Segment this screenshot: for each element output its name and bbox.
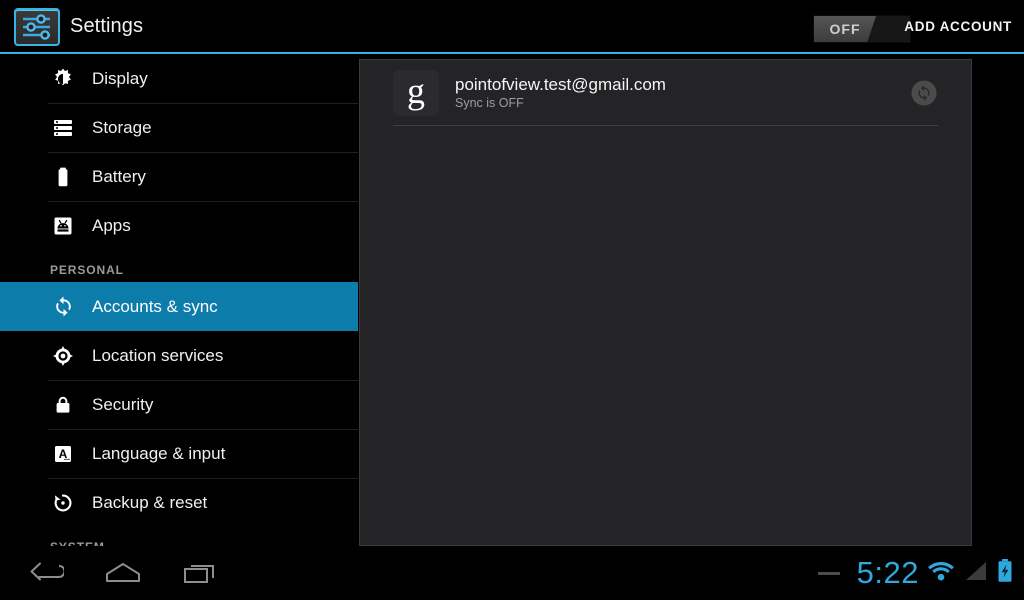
sidebar-item-security[interactable]: Security <box>0 380 358 429</box>
sidebar-item-location-services[interactable]: Location services <box>0 331 358 380</box>
battery-icon <box>48 162 78 192</box>
list-divider <box>48 478 358 479</box>
page-title: Settings <box>70 14 144 37</box>
accounts-panel: g pointofview.test@gmail.com Sync is OFF <box>359 59 972 546</box>
status-bar: 5:22 <box>817 546 1014 600</box>
sidebar-item-storage[interactable]: Storage <box>0 103 358 152</box>
system-navigation-bar: 5:22 <box>0 546 1024 600</box>
sidebar-item-label: Language & input <box>92 443 226 463</box>
backup-restore-icon <box>48 488 78 518</box>
language-a-icon: A <box>48 439 78 469</box>
wifi-icon <box>926 559 956 588</box>
account-list-item[interactable]: g pointofview.test@gmail.com Sync is OFF <box>393 60 938 126</box>
storage-icon <box>48 113 78 143</box>
battery-charging-icon <box>996 558 1014 589</box>
account-sync-status: Sync is OFF <box>455 95 524 110</box>
sidebar-item-battery[interactable]: Battery <box>0 152 358 201</box>
sidebar-item-backup-and-reset[interactable]: Backup & reset <box>0 478 358 527</box>
google-g-icon: g <box>393 69 439 116</box>
list-divider <box>48 152 358 153</box>
sidebar-item-label: Accounts & sync <box>92 296 218 316</box>
sync-icon <box>48 292 78 322</box>
app-header: Settings OFF ADD ACCOUNT <box>0 0 1024 52</box>
list-divider <box>48 380 358 381</box>
sidebar-section-personal: PERSONAL <box>50 263 124 277</box>
list-divider <box>48 103 358 104</box>
sidebar-item-language-and-input[interactable]: A Language & input <box>0 429 358 478</box>
sidebar-item-label: Backup & reset <box>92 492 208 512</box>
sidebar-item-label: Security <box>92 394 154 414</box>
add-account-button[interactable]: ADD ACCOUNT <box>904 0 1012 52</box>
sidebar-item-label: Storage <box>92 117 152 137</box>
cell-signal-icon <box>963 559 989 588</box>
svg-text:A: A <box>59 447 68 461</box>
android-settings-screen: Settings OFF ADD ACCOUNT Display Storage… <box>0 0 1024 600</box>
sidebar-item-accounts-and-sync[interactable]: Accounts & sync <box>0 282 358 331</box>
settings-sidebar[interactable]: Display Storage Battery Apps PERSONAL Ac… <box>0 54 358 546</box>
sidebar-item-label: Location services <box>92 345 224 365</box>
list-divider <box>48 201 358 202</box>
lock-icon <box>48 390 78 420</box>
back-icon[interactable] <box>6 546 84 600</box>
sidebar-item-apps[interactable]: Apps <box>0 201 358 250</box>
brightness-icon <box>48 64 78 94</box>
sidebar-item-label: Battery <box>92 166 146 186</box>
sidebar-item-display[interactable]: Display <box>0 54 358 103</box>
sync-toggle-label: OFF <box>814 16 876 42</box>
sidebar-section-system: SYSTEM <box>0 527 358 546</box>
account-email: pointofview.test@gmail.com <box>455 74 666 94</box>
settings-sliders-icon <box>14 8 60 46</box>
sync-circle-icon[interactable] <box>910 79 938 107</box>
account-text-block: pointofview.test@gmail.com Sync is OFF <box>455 74 910 112</box>
home-icon[interactable] <box>84 546 162 600</box>
sync-master-toggle[interactable]: OFF <box>813 15 911 43</box>
location-target-icon <box>48 341 78 371</box>
sidebar-item-label: Display <box>92 68 148 88</box>
sidebar-item-label: Apps <box>92 215 131 235</box>
status-clock: 5:22 <box>856 555 919 590</box>
list-divider <box>48 429 358 430</box>
apps-android-icon <box>48 211 78 241</box>
collapsed-notifications-icon <box>817 571 840 575</box>
recents-icon[interactable] <box>162 546 240 600</box>
